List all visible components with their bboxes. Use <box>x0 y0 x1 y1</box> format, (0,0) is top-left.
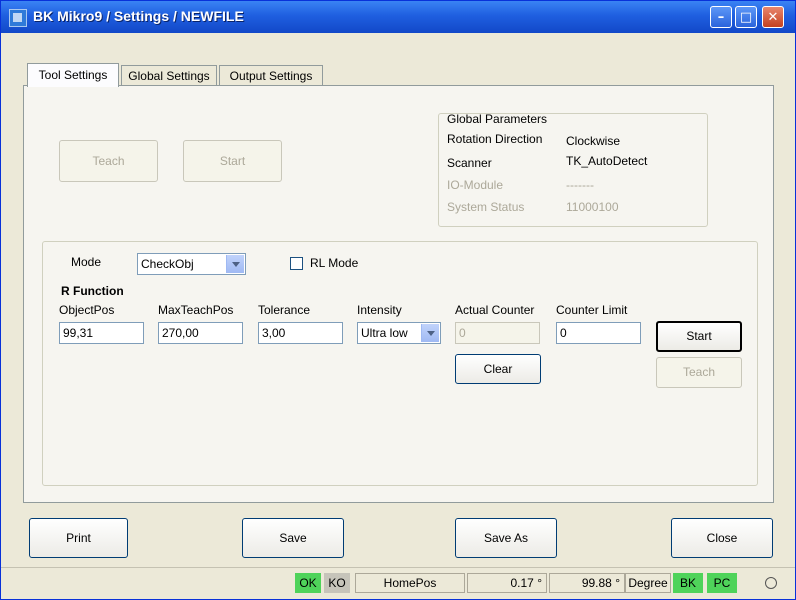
r-function-title: R Function <box>61 284 124 298</box>
system-status-label: System Status <box>447 200 525 214</box>
tab-output-settings[interactable]: Output Settings <box>219 65 323 86</box>
save-button[interactable]: Save <box>242 518 344 558</box>
rl-mode-label: RL Mode <box>310 256 359 270</box>
rl-mode-checkbox[interactable] <box>290 257 303 270</box>
intensity-select-value: Ultra low <box>361 326 408 340</box>
settings-window: BK Mikro9 / Settings / NEWFILE – □ ✕ Too… <box>0 0 796 600</box>
mode-select[interactable]: CheckObj <box>137 253 246 275</box>
scanner-value: TK_AutoDetect <box>566 154 648 168</box>
mode-select-value: CheckObj <box>141 257 194 271</box>
actual-counter-input[interactable]: 0 <box>455 322 540 344</box>
home-pos-field: HomePos <box>355 573 465 593</box>
intensity-label: Intensity <box>357 303 402 317</box>
scanner-label: Scanner <box>447 156 492 170</box>
tolerance-label: Tolerance <box>258 303 311 317</box>
teach-button-top[interactable]: Teach <box>59 140 158 182</box>
intensity-select[interactable]: Ultra low <box>357 322 441 344</box>
close-window-button[interactable]: ✕ <box>762 6 784 28</box>
object-pos-label: ObjectPos <box>59 303 115 317</box>
start-button[interactable]: Start <box>656 321 742 352</box>
chevron-down-icon[interactable] <box>226 255 244 273</box>
max-teach-pos-input[interactable]: 270,00 <box>158 322 243 344</box>
ok-indicator: OK <box>295 573 321 593</box>
close-button[interactable]: Close <box>671 518 773 558</box>
close-icon: ✕ <box>767 10 779 25</box>
counter-limit-input[interactable]: 0 <box>556 322 641 344</box>
status-bar: OK KO HomePos 0.17 ° 99.88 ° Degree BK P… <box>1 567 795 598</box>
mode-function-group: Mode CheckObj RL Mode R Function ObjectP… <box>42 241 758 486</box>
global-parameters-title: Global Parameters <box>447 112 548 126</box>
tolerance-input[interactable]: 3,00 <box>258 322 343 344</box>
tool-settings-panel: Teach Start Global Parameters Rotation D… <box>23 85 774 503</box>
bk-indicator: BK <box>673 573 703 593</box>
rotation-direction-label: Rotation Direction <box>447 132 543 146</box>
object-pos-input[interactable]: 99,31 <box>59 322 144 344</box>
app-icon <box>9 9 27 27</box>
status-light-icon <box>765 577 777 589</box>
actual-counter-label: Actual Counter <box>455 303 535 317</box>
io-module-value: ------- <box>566 178 594 192</box>
counter-limit-label: Counter Limit <box>556 303 628 317</box>
minimize-icon: – <box>717 10 725 25</box>
mode-label: Mode <box>71 255 102 269</box>
rotation-direction-value: Clockwise <box>566 134 621 148</box>
position-value: 0.17 ° <box>467 573 547 593</box>
window-title: BK Mikro9 / Settings / NEWFILE <box>33 8 244 24</box>
pc-indicator: PC <box>707 573 737 593</box>
tab-tool-settings[interactable]: Tool Settings <box>27 63 119 87</box>
maximize-icon: □ <box>739 10 753 25</box>
ko-indicator: KO <box>324 573 350 593</box>
max-teach-pos-label: MaxTeachPos <box>158 303 234 317</box>
system-status-value: 11000100 <box>566 200 619 214</box>
chevron-down-icon[interactable] <box>421 324 439 342</box>
angle-value: 99.88 ° <box>549 573 625 593</box>
unit-field: Degree <box>625 573 671 593</box>
teach-button[interactable]: Teach <box>656 357 742 388</box>
global-parameters-group: Global Parameters Rotation Direction Clo… <box>438 112 708 227</box>
start-button-top[interactable]: Start <box>183 140 282 182</box>
clear-button[interactable]: Clear <box>455 354 541 384</box>
save-as-button[interactable]: Save As <box>455 518 557 558</box>
io-module-label: IO-Module <box>447 178 504 192</box>
maximize-button[interactable]: □ <box>735 6 757 28</box>
minimize-button[interactable]: – <box>710 6 732 28</box>
title-bar[interactable]: BK Mikro9 / Settings / NEWFILE – □ ✕ <box>1 1 795 33</box>
tab-global-settings[interactable]: Global Settings <box>121 65 217 86</box>
print-button[interactable]: Print <box>29 518 128 558</box>
